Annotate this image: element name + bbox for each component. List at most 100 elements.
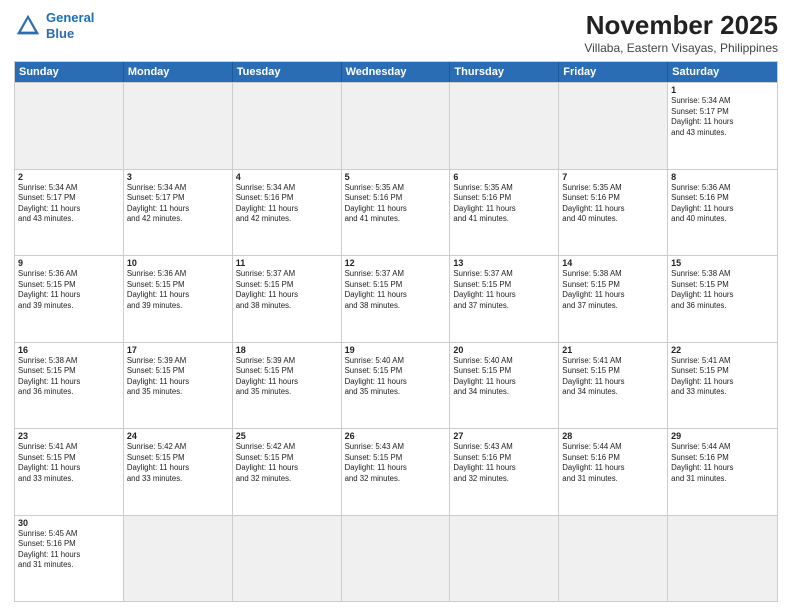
day-info: Sunrise: 5:35 AM Sunset: 5:16 PM Dayligh… — [562, 183, 664, 225]
cal-cell-empty — [233, 516, 342, 602]
logo-blue: Blue — [46, 26, 74, 41]
day-info: Sunrise: 5:45 AM Sunset: 5:16 PM Dayligh… — [18, 529, 120, 571]
day-info: Sunrise: 5:38 AM Sunset: 5:15 PM Dayligh… — [18, 356, 120, 398]
cal-cell-day-14: 14Sunrise: 5:38 AM Sunset: 5:15 PM Dayli… — [559, 256, 668, 342]
day-number: 4 — [236, 172, 338, 182]
cal-cell-day-15: 15Sunrise: 5:38 AM Sunset: 5:15 PM Dayli… — [668, 256, 777, 342]
cal-cell-empty — [342, 516, 451, 602]
day-info: Sunrise: 5:37 AM Sunset: 5:15 PM Dayligh… — [345, 269, 447, 311]
day-info: Sunrise: 5:37 AM Sunset: 5:15 PM Dayligh… — [236, 269, 338, 311]
cal-cell-day-5: 5Sunrise: 5:35 AM Sunset: 5:16 PM Daylig… — [342, 170, 451, 256]
day-number: 20 — [453, 345, 555, 355]
day-info: Sunrise: 5:43 AM Sunset: 5:16 PM Dayligh… — [453, 442, 555, 484]
calendar-body: 1Sunrise: 5:34 AM Sunset: 5:17 PM Daylig… — [15, 82, 777, 601]
cal-cell-empty — [124, 516, 233, 602]
day-number: 26 — [345, 431, 447, 441]
cal-cell-day-13: 13Sunrise: 5:37 AM Sunset: 5:15 PM Dayli… — [450, 256, 559, 342]
day-info: Sunrise: 5:34 AM Sunset: 5:17 PM Dayligh… — [671, 96, 774, 138]
day-number: 15 — [671, 258, 774, 268]
page: General Blue November 2025 Villaba, East… — [0, 0, 792, 612]
page-title: November 2025 — [584, 10, 778, 41]
cal-cell-day-16: 16Sunrise: 5:38 AM Sunset: 5:15 PM Dayli… — [15, 343, 124, 429]
cal-header-wednesday: Wednesday — [342, 62, 451, 82]
cal-cell-empty — [342, 83, 451, 169]
cal-cell-day-29: 29Sunrise: 5:44 AM Sunset: 5:16 PM Dayli… — [668, 429, 777, 515]
day-number: 11 — [236, 258, 338, 268]
day-info: Sunrise: 5:39 AM Sunset: 5:15 PM Dayligh… — [236, 356, 338, 398]
cal-cell-day-7: 7Sunrise: 5:35 AM Sunset: 5:16 PM Daylig… — [559, 170, 668, 256]
day-number: 25 — [236, 431, 338, 441]
day-number: 28 — [562, 431, 664, 441]
day-number: 3 — [127, 172, 229, 182]
day-number: 24 — [127, 431, 229, 441]
day-number: 18 — [236, 345, 338, 355]
page-subtitle: Villaba, Eastern Visayas, Philippines — [584, 41, 778, 55]
cal-cell-day-10: 10Sunrise: 5:36 AM Sunset: 5:15 PM Dayli… — [124, 256, 233, 342]
cal-cell-day-28: 28Sunrise: 5:44 AM Sunset: 5:16 PM Dayli… — [559, 429, 668, 515]
day-info: Sunrise: 5:36 AM Sunset: 5:16 PM Dayligh… — [671, 183, 774, 225]
day-number: 14 — [562, 258, 664, 268]
day-number: 2 — [18, 172, 120, 182]
cal-header-sunday: Sunday — [15, 62, 124, 82]
day-number: 17 — [127, 345, 229, 355]
day-number: 30 — [18, 518, 120, 528]
logo-text: General Blue — [46, 10, 94, 41]
title-block: November 2025 Villaba, Eastern Visayas, … — [584, 10, 778, 55]
day-info: Sunrise: 5:44 AM Sunset: 5:16 PM Dayligh… — [562, 442, 664, 484]
day-number: 13 — [453, 258, 555, 268]
cal-cell-day-1: 1Sunrise: 5:34 AM Sunset: 5:17 PM Daylig… — [668, 83, 777, 169]
calendar: SundayMondayTuesdayWednesdayThursdayFrid… — [14, 61, 778, 602]
day-number: 10 — [127, 258, 229, 268]
cal-cell-day-27: 27Sunrise: 5:43 AM Sunset: 5:16 PM Dayli… — [450, 429, 559, 515]
day-number: 23 — [18, 431, 120, 441]
cal-cell-day-12: 12Sunrise: 5:37 AM Sunset: 5:15 PM Dayli… — [342, 256, 451, 342]
day-info: Sunrise: 5:36 AM Sunset: 5:15 PM Dayligh… — [18, 269, 120, 311]
day-info: Sunrise: 5:35 AM Sunset: 5:16 PM Dayligh… — [453, 183, 555, 225]
cal-cell-empty — [559, 516, 668, 602]
cal-row-2: 9Sunrise: 5:36 AM Sunset: 5:15 PM Daylig… — [15, 255, 777, 342]
cal-cell-day-25: 25Sunrise: 5:42 AM Sunset: 5:15 PM Dayli… — [233, 429, 342, 515]
day-info: Sunrise: 5:41 AM Sunset: 5:15 PM Dayligh… — [18, 442, 120, 484]
cal-cell-empty — [668, 516, 777, 602]
day-info: Sunrise: 5:42 AM Sunset: 5:15 PM Dayligh… — [236, 442, 338, 484]
day-number: 27 — [453, 431, 555, 441]
day-info: Sunrise: 5:34 AM Sunset: 5:17 PM Dayligh… — [127, 183, 229, 225]
cal-row-3: 16Sunrise: 5:38 AM Sunset: 5:15 PM Dayli… — [15, 342, 777, 429]
cal-cell-empty — [233, 83, 342, 169]
day-number: 16 — [18, 345, 120, 355]
cal-row-1: 2Sunrise: 5:34 AM Sunset: 5:17 PM Daylig… — [15, 169, 777, 256]
day-info: Sunrise: 5:41 AM Sunset: 5:15 PM Dayligh… — [562, 356, 664, 398]
day-info: Sunrise: 5:42 AM Sunset: 5:15 PM Dayligh… — [127, 442, 229, 484]
cal-cell-day-9: 9Sunrise: 5:36 AM Sunset: 5:15 PM Daylig… — [15, 256, 124, 342]
cal-cell-day-23: 23Sunrise: 5:41 AM Sunset: 5:15 PM Dayli… — [15, 429, 124, 515]
day-number: 7 — [562, 172, 664, 182]
cal-cell-day-11: 11Sunrise: 5:37 AM Sunset: 5:15 PM Dayli… — [233, 256, 342, 342]
day-info: Sunrise: 5:39 AM Sunset: 5:15 PM Dayligh… — [127, 356, 229, 398]
cal-row-5: 30Sunrise: 5:45 AM Sunset: 5:16 PM Dayli… — [15, 515, 777, 602]
day-info: Sunrise: 5:44 AM Sunset: 5:16 PM Dayligh… — [671, 442, 774, 484]
cal-cell-day-24: 24Sunrise: 5:42 AM Sunset: 5:15 PM Dayli… — [124, 429, 233, 515]
cal-row-0: 1Sunrise: 5:34 AM Sunset: 5:17 PM Daylig… — [15, 82, 777, 169]
cal-header-tuesday: Tuesday — [233, 62, 342, 82]
day-info: Sunrise: 5:38 AM Sunset: 5:15 PM Dayligh… — [562, 269, 664, 311]
cal-header-friday: Friday — [559, 62, 668, 82]
cal-cell-day-18: 18Sunrise: 5:39 AM Sunset: 5:15 PM Dayli… — [233, 343, 342, 429]
cal-header-thursday: Thursday — [450, 62, 559, 82]
cal-cell-day-19: 19Sunrise: 5:40 AM Sunset: 5:15 PM Dayli… — [342, 343, 451, 429]
day-info: Sunrise: 5:34 AM Sunset: 5:17 PM Dayligh… — [18, 183, 120, 225]
cal-cell-day-26: 26Sunrise: 5:43 AM Sunset: 5:15 PM Dayli… — [342, 429, 451, 515]
cal-cell-day-22: 22Sunrise: 5:41 AM Sunset: 5:15 PM Dayli… — [668, 343, 777, 429]
cal-cell-empty — [15, 83, 124, 169]
day-info: Sunrise: 5:40 AM Sunset: 5:15 PM Dayligh… — [345, 356, 447, 398]
day-number: 21 — [562, 345, 664, 355]
day-number: 12 — [345, 258, 447, 268]
logo-general: General — [46, 10, 94, 25]
day-info: Sunrise: 5:41 AM Sunset: 5:15 PM Dayligh… — [671, 356, 774, 398]
day-number: 5 — [345, 172, 447, 182]
day-info: Sunrise: 5:38 AM Sunset: 5:15 PM Dayligh… — [671, 269, 774, 311]
cal-cell-empty — [450, 516, 559, 602]
day-info: Sunrise: 5:43 AM Sunset: 5:15 PM Dayligh… — [345, 442, 447, 484]
day-info: Sunrise: 5:35 AM Sunset: 5:16 PM Dayligh… — [345, 183, 447, 225]
logo-icon — [14, 12, 42, 40]
cal-cell-day-30: 30Sunrise: 5:45 AM Sunset: 5:16 PM Dayli… — [15, 516, 124, 602]
